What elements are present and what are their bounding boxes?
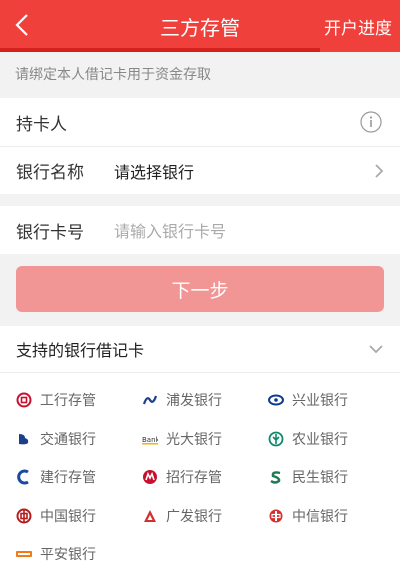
bank-name-row[interactable]: 银行名称 请选择银行 (0, 146, 400, 194)
bank-item: 广发银行 (126, 497, 252, 536)
bank-item: 平安银行 (0, 535, 126, 567)
bank-item: 中国银行 (0, 497, 126, 536)
bank-item: 浦发银行 (126, 381, 252, 420)
bank-name: 光大银行 (166, 431, 222, 448)
bind-card-notice: 请绑定本人借记卡用于资金存取 (15, 67, 211, 83)
bank-item: Bank 光大银行 (126, 420, 252, 459)
spdb-icon (142, 392, 158, 408)
boc-icon (16, 508, 32, 524)
bank-name: 民生银行 (292, 470, 348, 487)
ccb-icon (16, 469, 32, 485)
bank-name: 工行存管 (40, 393, 96, 410)
bank-name: 招行存管 (166, 470, 222, 487)
bank-name: 广发银行 (166, 508, 222, 525)
chevron-down-icon (369, 345, 383, 354)
bank-item: 兴业银行 (252, 381, 400, 420)
info-icon[interactable] (360, 111, 382, 133)
bank-item: 农业银行 (252, 420, 400, 459)
supported-banks-title: 支持的银行借记卡 (16, 341, 145, 360)
header-underline (0, 48, 400, 52)
bank-item: 交通银行 (0, 420, 126, 459)
card-number-row[interactable]: 银行卡号 请输入银行卡号 (0, 206, 400, 254)
card-number-section: 银行卡号 请输入银行卡号 (0, 206, 400, 254)
supported-banks-header[interactable]: 支持的银行借记卡 (0, 326, 400, 372)
bank-item: 建行存管 (0, 458, 126, 497)
bank-select-value[interactable]: 请选择银行 (114, 159, 194, 183)
cardholder-label: 持卡人 (16, 114, 67, 135)
bank-item: 民生银行 (252, 458, 400, 497)
header-underline-active (320, 48, 400, 52)
bank-name: 建行存管 (40, 470, 96, 487)
bank-item: 中信银行 (252, 497, 400, 536)
cmb-icon (142, 469, 158, 485)
supported-banks-list: 工行存管 浦发银行 兴业银行交通银行 Bank 光大银行 农业银行建行存管 招行存管 民生银行… (0, 372, 400, 567)
cgb-icon (142, 508, 158, 524)
svg-text:Bank: Bank (142, 436, 158, 444)
bank-name: 中国银行 (40, 508, 96, 525)
bank-name: 浦发银行 (166, 393, 222, 410)
header: 三方存管 开户进度 (0, 0, 400, 52)
citic-icon (268, 508, 284, 524)
card-number-label: 银行卡号 (16, 222, 84, 243)
next-step-button[interactable]: 下一步 (16, 266, 384, 312)
bank-name: 平安银行 (40, 547, 96, 564)
abc-icon (268, 431, 284, 447)
bank-item: 招行存管 (126, 458, 252, 497)
bank-name-label: 银行名称 (16, 163, 84, 183)
bank-name: 农业银行 (292, 431, 348, 448)
bank-name: 中信银行 (292, 508, 348, 525)
bocom-icon (16, 431, 32, 447)
bank-name: 兴业银行 (292, 393, 348, 410)
account-progress-link[interactable]: 开户进度 (324, 14, 392, 39)
cmbc-icon (268, 469, 284, 485)
bank-name: 交通银行 (40, 431, 96, 448)
card-info-section: 持卡人 银行名称 请选择银行 (0, 98, 400, 194)
pingan-icon (16, 546, 32, 562)
icbc-icon (16, 392, 32, 408)
chevron-right-icon (375, 164, 384, 178)
card-number-input[interactable]: 请输入银行卡号 (114, 218, 226, 242)
bank-item: 工行存管 (0, 381, 126, 420)
cardholder-row: 持卡人 (0, 98, 400, 146)
ceb-icon: Bank (142, 431, 158, 447)
cib-icon (268, 392, 284, 408)
